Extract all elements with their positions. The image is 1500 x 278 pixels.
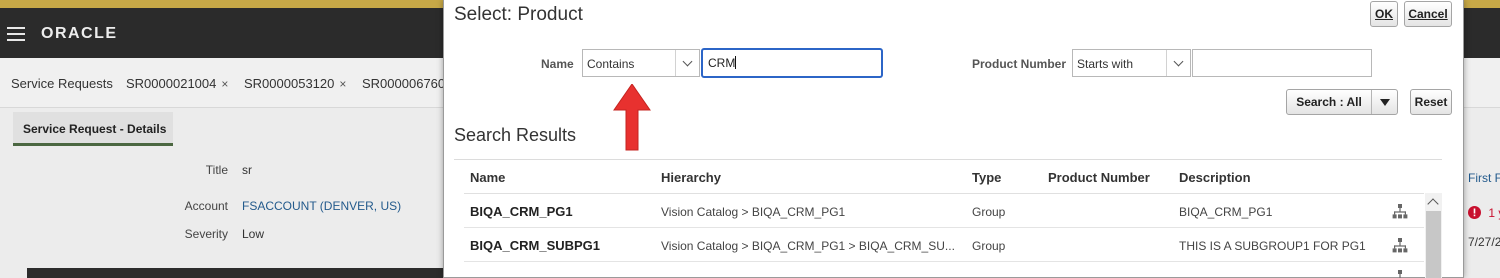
- product-number-input[interactable]: [1192, 49, 1372, 77]
- column-header-description[interactable]: Description: [1179, 170, 1251, 185]
- table-row[interactable]: BIQA_CRM_PG1 Vision Catalog > BIQA_CRM_P…: [464, 194, 1424, 228]
- name-search-input[interactable]: CRM: [701, 48, 883, 78]
- row-name: BIQA_CRM_PG1: [470, 204, 573, 219]
- results-scrollbar[interactable]: [1425, 193, 1442, 278]
- severity-label: Severity: [184, 227, 228, 241]
- dialog-title: Select: Product: [454, 4, 583, 25]
- name-operator-value: Contains: [587, 57, 635, 71]
- reset-button[interactable]: Reset: [1410, 89, 1452, 115]
- name-label: Name: [541, 57, 574, 71]
- account-link[interactable]: FSACCOUNT (DENVER, US): [242, 199, 401, 213]
- row-type: Group: [972, 205, 1006, 219]
- column-header-type[interactable]: Type: [972, 170, 1001, 185]
- chevron-down-icon[interactable]: [1166, 50, 1190, 76]
- search-results-heading: Search Results: [454, 125, 577, 145]
- severity-value: Low: [242, 227, 265, 241]
- tab-sr0000053120[interactable]: SR0000053120 ×: [244, 76, 346, 91]
- date-value: 7/27/2: [1468, 235, 1500, 249]
- chevron-down-icon[interactable]: [675, 50, 699, 76]
- name-operator-select[interactable]: Contains: [582, 49, 700, 77]
- row-hierarchy: Vision Catalog > BIQA_CRM_PG1: [661, 205, 846, 219]
- row-name: BIQA_CRM_SUBPG1: [470, 238, 601, 253]
- hierarchy-icon[interactable]: [1392, 269, 1408, 278]
- red-arrow-annotation: [613, 84, 651, 151]
- error-icon: [1468, 206, 1481, 219]
- tab-label: Service Requests: [11, 76, 113, 91]
- scroll-up-icon[interactable]: [1427, 198, 1439, 210]
- tab-sr0000021004[interactable]: SR0000021004 ×: [126, 76, 228, 91]
- row-hierarchy: Vision Catalog > BIQA_CRM_PG1 > BIQA_CRM…: [661, 239, 955, 253]
- column-header-hierarchy[interactable]: Hierarchy: [661, 170, 721, 185]
- search-all-button[interactable]: Search : All: [1287, 90, 1372, 114]
- ok-button[interactable]: OK: [1370, 1, 1398, 27]
- row-description: BIQA_CRM_PG1: [1179, 205, 1273, 219]
- product-number-label: Product Number: [972, 57, 1067, 71]
- oracle-logo: ORACLE: [41, 25, 118, 42]
- hamburger-icon[interactable]: [7, 27, 25, 41]
- title-label: Title: [205, 163, 228, 177]
- name-search-value: CRM: [708, 56, 736, 70]
- tab-sr000006760[interactable]: SR000006760: [362, 76, 445, 91]
- column-header-product-number[interactable]: Product Number: [1048, 170, 1150, 185]
- tab-label: SR0000021004: [126, 76, 217, 91]
- cancel-button-label: Cancel: [1408, 7, 1448, 21]
- warning-row: 1 y: [1468, 206, 1500, 220]
- account-label: Account: [184, 199, 228, 213]
- product-number-operator-value: Starts with: [1077, 57, 1134, 71]
- warning-text: 1 y: [1488, 206, 1500, 220]
- hierarchy-icon[interactable]: [1392, 203, 1408, 219]
- search-split-button[interactable]: Search : All: [1286, 89, 1398, 115]
- ok-button-label: OK: [1375, 7, 1393, 21]
- column-header-name[interactable]: Name: [470, 170, 505, 185]
- tab-label: SR000006760: [362, 76, 446, 91]
- close-icon[interactable]: ×: [221, 77, 228, 91]
- subtab-service-request-details[interactable]: Service Request - Details: [13, 112, 173, 146]
- tab-service-requests[interactable]: Service Requests: [11, 76, 113, 91]
- first-response-link[interactable]: First F: [1468, 171, 1500, 185]
- scroll-thumb[interactable]: [1426, 211, 1441, 278]
- dark-strip: [27, 268, 447, 278]
- cancel-button[interactable]: Cancel: [1404, 1, 1452, 27]
- product-number-operator-select[interactable]: Starts with: [1072, 49, 1191, 77]
- hierarchy-icon[interactable]: [1392, 237, 1408, 253]
- select-product-dialog: Select: Product OK Cancel Name Contains …: [443, 0, 1464, 278]
- row-description: THIS IS A SUBGROUP1 FOR PG1: [1179, 239, 1366, 253]
- search-options-dropdown[interactable]: [1372, 90, 1397, 114]
- title-value: sr: [242, 163, 252, 177]
- caret-down-icon: [1379, 98, 1390, 106]
- row-type: Group: [972, 239, 1006, 253]
- close-icon[interactable]: ×: [339, 77, 346, 91]
- tab-label: SR0000053120: [244, 76, 335, 91]
- table-row[interactable]: BIQA_CRM_SUBPG1 Vision Catalog > BIQA_CR…: [464, 228, 1424, 262]
- divider: [454, 159, 1442, 160]
